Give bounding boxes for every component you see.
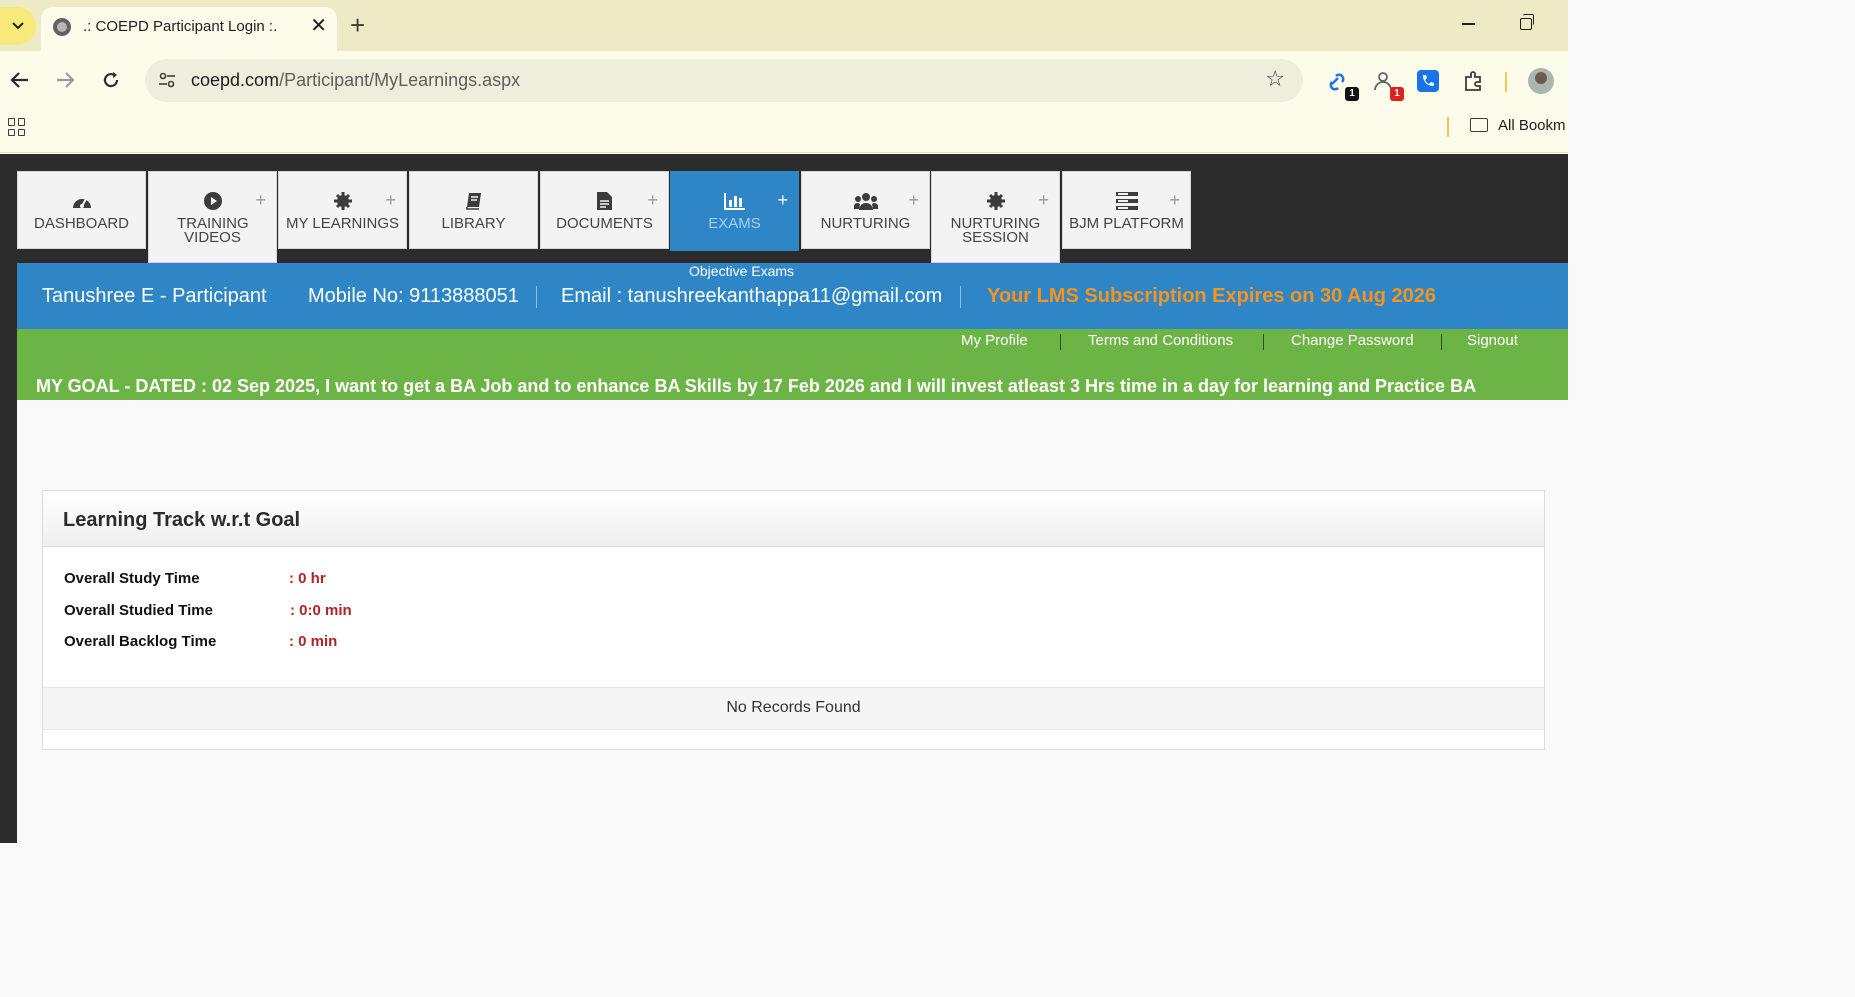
reload-icon — [103, 72, 119, 88]
nav-tab-label: DASHBOARD — [33, 215, 130, 232]
dashboard-icon — [72, 198, 91, 208]
server-icon — [1115, 192, 1138, 210]
globe-icon — [53, 18, 71, 36]
nav-tab-library[interactable]: LIBRARY — [409, 171, 538, 249]
divider — [536, 286, 537, 308]
nav-tab-bjm-platform[interactable]: BJM PLATFORM + — [1062, 171, 1191, 249]
bookmarks-divider — [1447, 117, 1449, 137]
subscription-expiry: Your LMS Subscription Expires on 30 Aug … — [987, 285, 1436, 307]
terms-link[interactable]: Terms and Conditions — [1088, 332, 1233, 349]
user-name: Tanushree E - Participant — [42, 285, 267, 307]
user-info-band: Objective Exams Tanushree E - Participan… — [17, 263, 1568, 329]
apps-grid-icon[interactable] — [8, 118, 26, 136]
arrow-right-icon — [57, 72, 75, 88]
plus-icon[interactable]: + — [385, 191, 396, 209]
panel-header: Learning Track w.r.t Goal — [43, 491, 1544, 547]
extension-badge: 1 — [1345, 87, 1359, 101]
nav-tab-nurturing-session[interactable]: NURTURING SESSION + — [931, 171, 1060, 263]
browser-tabstrip: .: COEPD Participant Login :. ✕ + — [0, 0, 1568, 51]
toolbar-divider — [1505, 72, 1507, 92]
plus-icon[interactable]: + — [777, 191, 788, 209]
tab-search-button[interactable] — [0, 7, 36, 45]
document-icon — [597, 192, 612, 210]
nav-tab-training-videos[interactable]: TRAINING VIDEOS + — [148, 171, 277, 263]
stat-label: Overall Study Time — [64, 570, 200, 587]
browser-tab[interactable]: .: COEPD Participant Login :. ✕ — [41, 7, 337, 51]
stat-label: Overall Backlog Time — [64, 633, 217, 650]
all-bookmarks-label: All Bookm — [1498, 117, 1566, 134]
divider — [960, 286, 961, 308]
nav-tab-label: BJM PLATFORM — [1069, 215, 1184, 232]
divider — [1441, 334, 1442, 350]
submenu-objective-exams[interactable]: Objective Exams — [689, 263, 794, 279]
nav-tab-label: EXAMS — [708, 215, 761, 232]
nav-tab-nurturing[interactable]: NURTURING + — [801, 171, 930, 249]
new-tab-button[interactable]: + — [350, 10, 365, 40]
restore-icon[interactable] — [1520, 14, 1534, 30]
linked-extension-icon[interactable]: 1 — [1327, 69, 1359, 101]
nav-tab-label: LIBRARY — [441, 215, 506, 232]
extension-badge: 1 — [1390, 87, 1404, 101]
browser-toolbar: coepd.com/Participant/MyLearnings.aspx ☆… — [0, 51, 1568, 109]
gear-icon — [333, 192, 352, 210]
url-host: coepd.com — [191, 70, 280, 90]
chevron-down-icon — [12, 22, 24, 30]
user-email: Email : tanushreekanthappa11@gmail.com — [561, 285, 943, 307]
stat-value: : 0 min — [289, 633, 338, 650]
bookmark-star-icon[interactable]: ☆ — [1265, 66, 1285, 92]
nav-tab-label: NURTURING — [820, 215, 911, 232]
phone-extension-icon[interactable] — [1416, 69, 1442, 95]
address-bar[interactable]: coepd.com/Participant/MyLearnings.aspx ☆ — [145, 59, 1303, 102]
nav-tab-dashboard[interactable]: DASHBOARD — [17, 171, 146, 249]
back-button[interactable] — [5, 65, 35, 95]
nav-tab-documents[interactable]: DOCUMENTS + — [540, 171, 669, 249]
nav-tab-label: DOCUMENTS — [556, 215, 653, 232]
learning-track-panel: Learning Track w.r.t Goal Overall Study … — [42, 490, 1545, 750]
nav-tab-my-learnings[interactable]: MY LEARNINGS + — [278, 171, 407, 249]
my-profile-link[interactable]: My Profile — [961, 332, 1028, 349]
url-text: coepd.com/Participant/MyLearnings.aspx — [191, 70, 520, 91]
goal-statement: MY GOAL - DATED : 02 Sep 2025, I want to… — [36, 376, 1477, 396]
divider — [1060, 334, 1061, 350]
bookmarks-bar: All Bookm — [0, 109, 1568, 153]
minimize-icon[interactable] — [1462, 23, 1475, 25]
play-icon — [203, 192, 222, 210]
gear-icon — [986, 192, 1005, 210]
signout-link[interactable]: Signout — [1467, 332, 1518, 349]
arrow-left-icon — [10, 72, 28, 88]
stat-label: Overall Studied Time — [64, 602, 213, 619]
nav-tab-label: MY LEARNINGS — [285, 215, 400, 232]
plus-icon[interactable]: + — [1038, 191, 1049, 209]
folder-icon — [1470, 118, 1488, 132]
bar-chart-icon — [723, 193, 745, 210]
site-info-icon[interactable] — [157, 70, 177, 90]
nav-tab-label: NURTURING SESSION — [950, 215, 1041, 246]
reload-button[interactable] — [96, 65, 126, 95]
users-icon — [853, 193, 878, 210]
forward-button[interactable] — [50, 65, 80, 95]
close-icon[interactable]: ✕ — [310, 15, 327, 37]
book-icon — [465, 193, 481, 210]
change-password-link[interactable]: Change Password — [1291, 332, 1414, 349]
url-path: /Participant/MyLearnings.aspx — [279, 70, 521, 90]
user-mobile: Mobile No: 9113888051 — [308, 285, 519, 307]
nav-tab-label: TRAINING VIDEOS — [177, 215, 249, 246]
empty-records-message: No Records Found — [43, 687, 1544, 730]
stat-value: : 0:0 min — [290, 602, 352, 619]
panel-title: Learning Track w.r.t Goal — [63, 509, 301, 531]
stat-value: : 0 hr — [289, 570, 326, 587]
people-extension-icon[interactable]: 1 — [1372, 69, 1404, 101]
goal-band: My Profile Terms and Conditions Change P… — [17, 329, 1568, 400]
divider — [1263, 334, 1264, 350]
plus-icon[interactable]: + — [647, 191, 658, 209]
main-content: Learning Track w.r.t Goal Overall Study … — [17, 400, 1568, 843]
all-bookmarks-button[interactable]: All Bookm — [1470, 117, 1566, 134]
plus-icon[interactable]: + — [255, 191, 266, 209]
nav-tab-exams[interactable]: EXAMS + — [670, 171, 799, 251]
plus-icon[interactable]: + — [908, 191, 919, 209]
plus-icon[interactable]: + — [1169, 191, 1180, 209]
profile-avatar[interactable] — [1528, 68, 1554, 94]
puzzle-icon[interactable] — [1462, 69, 1488, 95]
tab-title: .: COEPD Participant Login :. — [83, 18, 278, 35]
